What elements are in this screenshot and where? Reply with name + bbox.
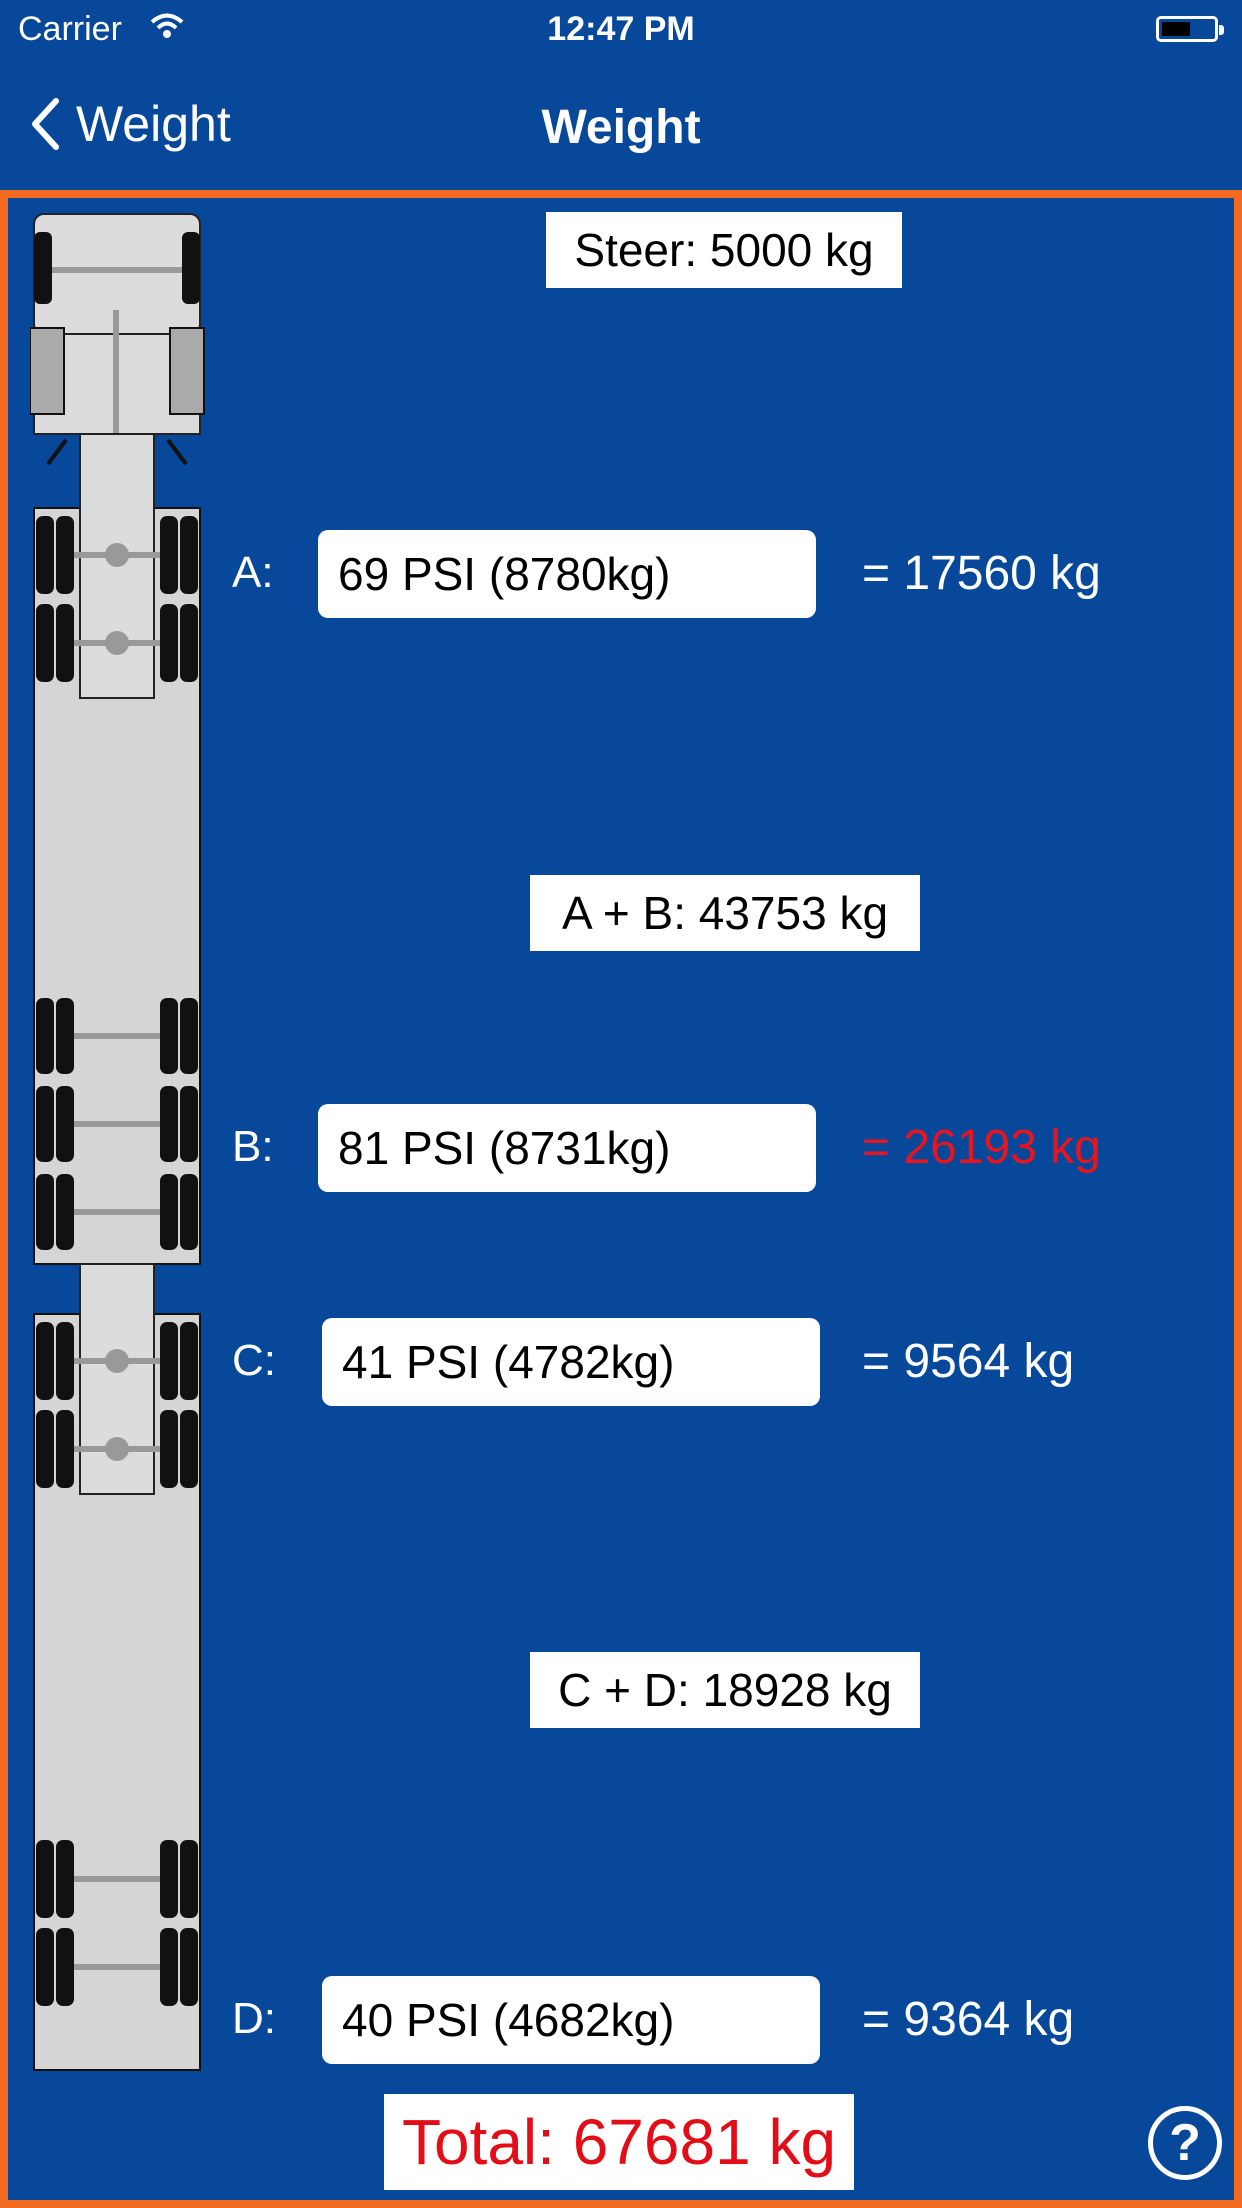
axle-d-result: = 9364 kg bbox=[862, 1993, 1075, 2046]
axle-a-label: A: bbox=[232, 548, 274, 597]
page-title: Weight bbox=[541, 101, 701, 154]
axle-d-input[interactable]: 40 PSI (4682kg) bbox=[322, 1976, 820, 2064]
steer-weight-label: Steer: 5000 kg bbox=[546, 212, 902, 288]
axle-a-input[interactable]: 69 PSI (8780kg) bbox=[318, 530, 816, 618]
axle-c-label: C: bbox=[232, 1336, 276, 1385]
total-weight-label: Total: 67681 kg bbox=[384, 2094, 854, 2190]
group-cd-weight-label: C + D: 18928 kg bbox=[530, 1652, 920, 1728]
navigation-bar: Weight Weight bbox=[0, 60, 1242, 190]
axle-c-result: = 9564 kg bbox=[862, 1335, 1075, 1388]
axle-b-input[interactable]: 81 PSI (8731kg) bbox=[318, 1104, 816, 1192]
clock: 12:47 PM bbox=[547, 10, 695, 48]
battery-icon bbox=[1156, 16, 1224, 42]
axle-a-result: = 17560 kg bbox=[862, 547, 1101, 600]
status-bar: Carrier 12:47 PM bbox=[0, 0, 1242, 60]
axle-b-result: = 26193 kg bbox=[862, 1121, 1101, 1174]
axle-c-input[interactable]: 41 PSI (4782kg) bbox=[322, 1318, 820, 1406]
group-ab-weight-label: A + B: 43753 kg bbox=[530, 875, 920, 951]
help-button[interactable]: ? bbox=[1148, 2106, 1222, 2180]
truck-diagram bbox=[30, 213, 205, 2071]
axle-b-label: B: bbox=[232, 1122, 274, 1171]
question-mark-icon: ? bbox=[1169, 2114, 1201, 2172]
axle-d-label: D: bbox=[232, 1994, 276, 2043]
